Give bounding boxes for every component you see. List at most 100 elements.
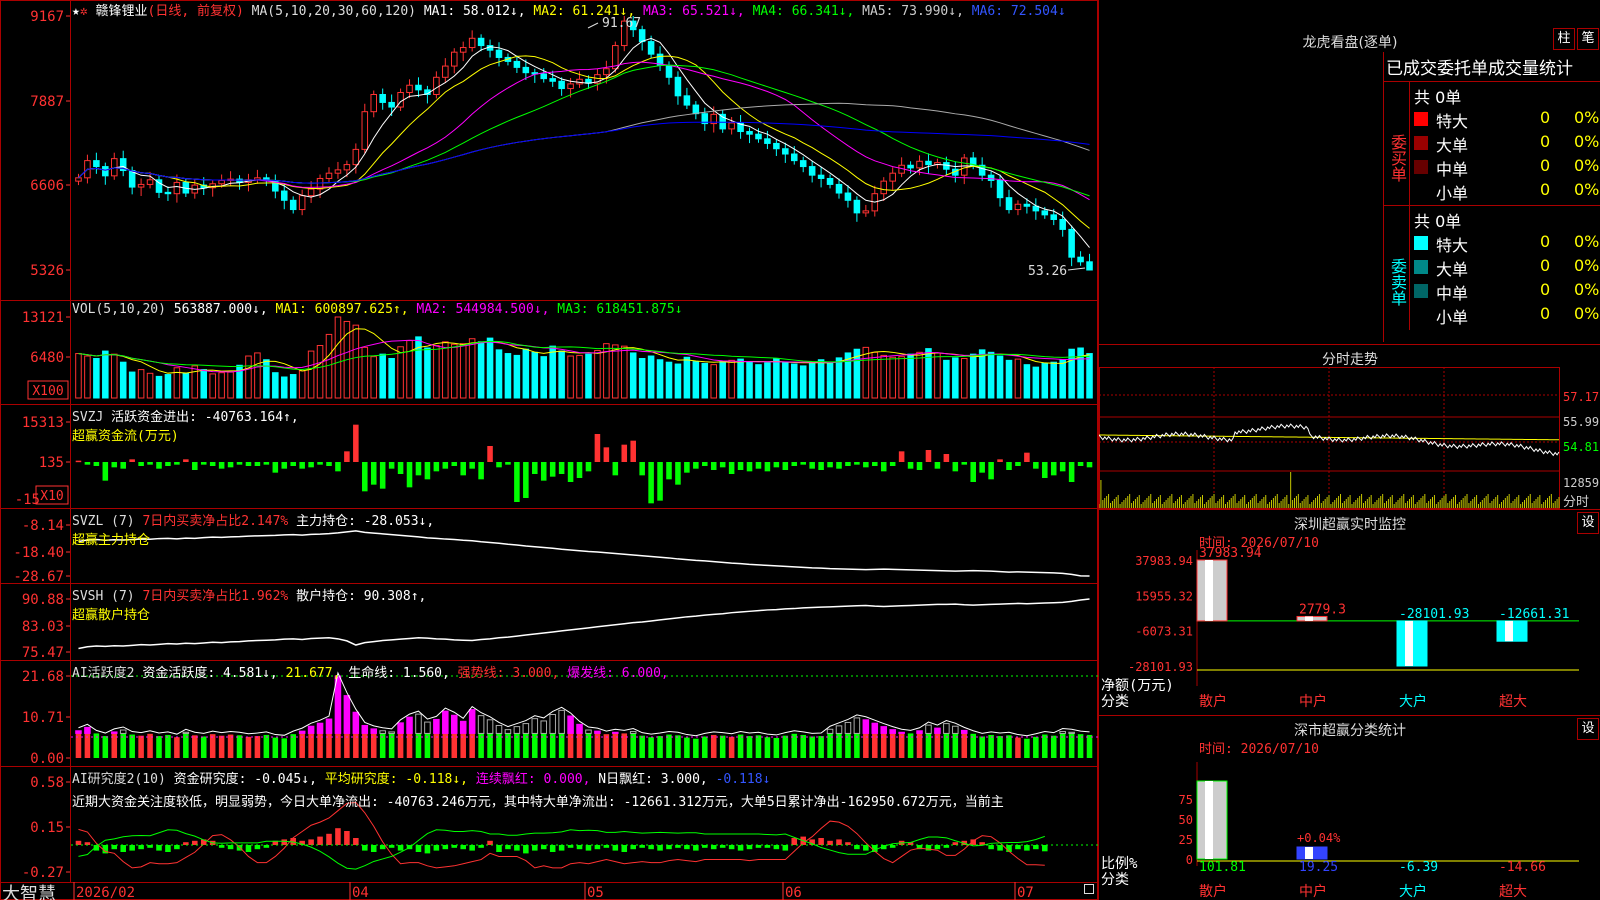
ai2-bar bbox=[854, 845, 860, 850]
settings-icon[interactable]: ✲ bbox=[80, 4, 88, 19]
ai2-bar bbox=[1015, 845, 1021, 850]
ai1-bar bbox=[102, 736, 109, 758]
sell-label: 小单 bbox=[1436, 308, 1469, 327]
svzj-bar bbox=[1024, 452, 1030, 462]
ai1-bar bbox=[719, 735, 726, 758]
candle-body bbox=[808, 166, 816, 176]
ai1-bar-top bbox=[450, 714, 458, 734]
lhb-tab-tick[interactable]: 笔 bbox=[1577, 28, 1599, 50]
candle-body bbox=[289, 199, 297, 211]
ai1-bar bbox=[809, 736, 815, 758]
volume-bar bbox=[978, 349, 986, 399]
volume-bar bbox=[379, 353, 386, 399]
svzj-bar bbox=[612, 462, 619, 476]
ai1-bar-top bbox=[75, 730, 82, 734]
candle-body bbox=[790, 153, 798, 162]
svzj-bar bbox=[898, 451, 905, 462]
svzj-bar bbox=[1042, 462, 1048, 478]
svzj-bar bbox=[424, 462, 431, 480]
svzj-bar bbox=[478, 462, 484, 480]
candle-body bbox=[567, 83, 574, 90]
svzj-bar bbox=[138, 462, 144, 466]
volume-bar bbox=[102, 350, 109, 399]
svzj-bar bbox=[585, 462, 592, 472]
volume-bar bbox=[799, 365, 807, 399]
ma3-value: MA3: 65.521↓, bbox=[643, 4, 745, 19]
candle-body bbox=[164, 191, 172, 195]
sell-row: 特大 0 0% bbox=[1414, 232, 1600, 255]
y-tick-vol-0: 13121 bbox=[22, 310, 64, 326]
svsh-title: SVSH (7) bbox=[72, 589, 135, 604]
svzj-bar bbox=[648, 462, 654, 504]
svzj-bar bbox=[236, 462, 243, 465]
lock-icon[interactable] bbox=[1084, 884, 1094, 894]
ai2-bar bbox=[836, 839, 842, 845]
svzj-bar bbox=[379, 462, 386, 489]
intraday-panel[interactable]: 分时走势 57.17 55.99 54.81 12859 分时 bbox=[1099, 345, 1600, 510]
y-tick-svzj-1: 135 bbox=[39, 455, 64, 471]
svzj-header: SVZJ 活跃资金进出: -40763.164↑, 超赢资金流(万元) bbox=[72, 406, 299, 444]
svzj-bar bbox=[1077, 462, 1084, 466]
volume-bar bbox=[513, 354, 521, 399]
svsh-header: SVSH (7) 7日内买卖净占比1.962% 散户持仓: 90.308↑, 超… bbox=[72, 585, 426, 623]
ai1-bar-top bbox=[424, 721, 431, 734]
ai1-label5: 爆发线: 6.000, bbox=[567, 666, 669, 681]
ai1-bar bbox=[245, 736, 252, 758]
candle-body bbox=[960, 157, 968, 176]
ai1-bar bbox=[174, 737, 180, 758]
svzj-bar bbox=[558, 462, 565, 474]
ai2-bar bbox=[594, 845, 601, 850]
ai2-bar bbox=[523, 845, 529, 854]
volume-bar bbox=[110, 353, 118, 399]
sell-total: 共 0单 bbox=[1414, 212, 1462, 231]
ai2-bar bbox=[540, 845, 547, 850]
candle-body bbox=[817, 174, 825, 179]
svzj-bar bbox=[603, 447, 610, 462]
volume-bar bbox=[656, 359, 664, 399]
candle-body bbox=[442, 65, 449, 78]
svzj-bar bbox=[666, 462, 672, 480]
candle-body bbox=[307, 188, 315, 197]
volume-bar bbox=[495, 349, 503, 399]
volume-bar bbox=[182, 372, 190, 399]
candle-body bbox=[102, 166, 109, 177]
svzj-bar bbox=[165, 462, 171, 466]
ai2-bar bbox=[514, 845, 520, 851]
volume-bar bbox=[450, 343, 458, 399]
y-tick-ai1-0: 21.68 bbox=[22, 669, 64, 685]
ai1-bar-top bbox=[486, 719, 494, 734]
classify-category: 散户 bbox=[1199, 883, 1227, 900]
lhb-tab-bar[interactable]: 柱 bbox=[1553, 28, 1575, 50]
period-mode[interactable]: (日线, 前复权) bbox=[148, 4, 244, 19]
ai1-bar-top bbox=[495, 724, 503, 734]
intraday-chart[interactable] bbox=[1099, 367, 1600, 510]
volume-bar bbox=[674, 363, 682, 399]
svzj-bar bbox=[523, 462, 529, 498]
svzj-bar bbox=[496, 462, 502, 468]
svzl-label2: 主力持仓: -28.053↓, bbox=[296, 514, 435, 529]
monitor-chart[interactable]: 37983.9415955.32-6073.31-28101.9337983.9… bbox=[1099, 510, 1600, 716]
monitor-y-tick: -6073.31 bbox=[1135, 625, 1193, 639]
volume-bar bbox=[934, 352, 941, 399]
volume-bar bbox=[280, 376, 288, 399]
classify-chart[interactable]: 75 50 25 0 101.81 散户 19.25 中户 -6.39 大户 -14.66 超大 +0.… bbox=[1099, 716, 1600, 900]
ai1-bar bbox=[1015, 737, 1021, 758]
ai1-bar bbox=[1050, 735, 1057, 758]
buy-pct: 0% bbox=[1574, 156, 1600, 175]
vol-title: VOL(5,10,20) bbox=[72, 302, 166, 317]
star-icon[interactable]: ★ bbox=[72, 4, 80, 19]
candle-body bbox=[173, 181, 181, 195]
svzj-bar bbox=[657, 462, 663, 501]
ai1-bar bbox=[254, 736, 261, 758]
ai2-bar bbox=[612, 845, 619, 851]
buy-swatch bbox=[1414, 112, 1428, 126]
volume-bar bbox=[370, 356, 378, 399]
monitor-category: 中户 bbox=[1299, 693, 1327, 710]
volume-bar bbox=[137, 369, 145, 399]
kline-chart-area[interactable]: 9167 7887 6606 5326 13121 6480 15313 135… bbox=[0, 0, 1098, 900]
ai2-bar bbox=[281, 839, 288, 845]
volume-bar bbox=[960, 357, 968, 399]
ai1-bar-top bbox=[880, 726, 888, 734]
intraday-tick-1: 55.99 bbox=[1563, 415, 1600, 429]
ai1-label4: 强势线: 3.000, bbox=[457, 666, 560, 681]
